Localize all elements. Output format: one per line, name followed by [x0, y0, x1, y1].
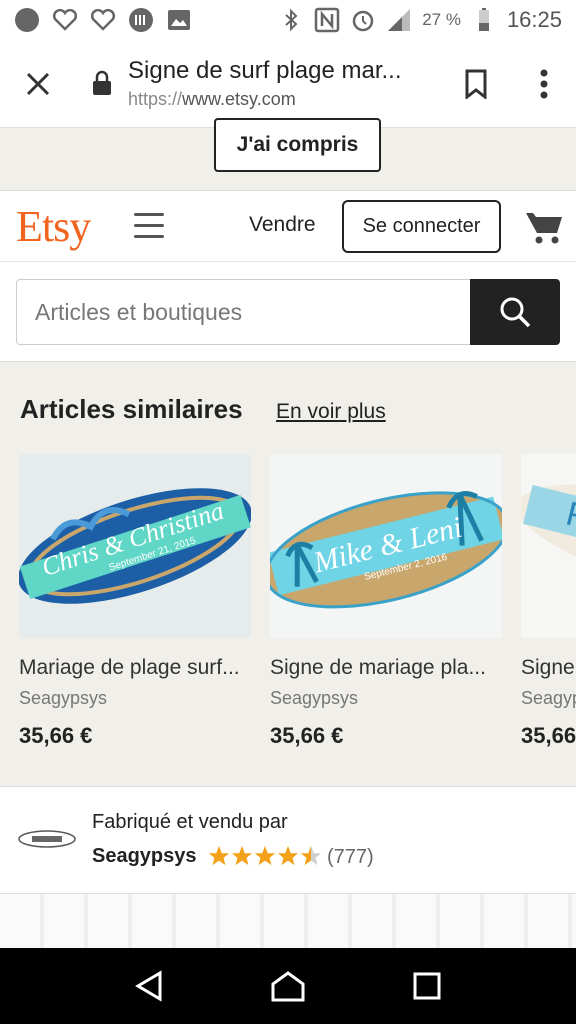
bookmark-icon: [465, 69, 487, 99]
product-card[interactable]: RYO Signe Seagyp 35,66: [521, 454, 576, 749]
battery-icon: [471, 7, 497, 33]
star-icon: [208, 845, 230, 866]
alarm-icon: [350, 7, 376, 33]
seller-name[interactable]: Seagypsys: [92, 845, 197, 868]
heart-notification-icon: [52, 7, 78, 33]
review-count[interactable]: (777): [327, 846, 374, 869]
seller-avatar[interactable]: [18, 827, 76, 851]
product-image-peek: [0, 894, 576, 948]
close-icon: [26, 72, 50, 95]
bluetooth-icon: [278, 7, 304, 33]
browser-toolbar: Signe de surf plage mar... https://www.e…: [0, 40, 576, 128]
star-icon: [277, 845, 299, 866]
cookie-banner: J'ai compris: [0, 118, 576, 190]
signin-button[interactable]: Se connecter: [342, 200, 501, 253]
heart-notification-icon-2: [90, 7, 116, 33]
cart-icon[interactable]: [524, 207, 564, 247]
close-tab-button[interactable]: [0, 40, 76, 128]
browser-url-area[interactable]: Signe de surf plage mar... https://www.e…: [76, 57, 440, 110]
see-more-link[interactable]: En voir plus: [276, 400, 386, 424]
accept-cookies-button[interactable]: J'ai compris: [214, 118, 381, 172]
bookmark-button[interactable]: [440, 40, 512, 128]
product-card[interactable]: Chris & Christina September 21, 2015 Mar…: [19, 454, 251, 749]
product-price: 35,66: [521, 723, 576, 748]
search-input[interactable]: [16, 279, 472, 345]
status-time: 16:25: [506, 7, 562, 32]
back-triangle-icon: [135, 970, 162, 1002]
page-title: Signe de surf plage mar...: [128, 57, 402, 84]
recents-square-icon: [413, 972, 441, 1000]
product-title[interactable]: Signe de mariage pla...: [270, 656, 500, 680]
android-nav-bar: [0, 948, 576, 1024]
product-price: 35,66 €: [19, 723, 93, 748]
product-title[interactable]: Mariage de plage surf...: [19, 656, 249, 680]
back-button[interactable]: [127, 964, 171, 1008]
more-vertical-icon: [540, 69, 548, 98]
etsy-logo[interactable]: Etsy: [16, 201, 91, 252]
seller-rating: [208, 845, 322, 867]
browser-menu-button[interactable]: [512, 40, 576, 128]
product-shop[interactable]: Seagypsys: [19, 688, 251, 709]
similar-items-section: Articles similaires En voir plus Chris &…: [0, 362, 576, 786]
image-notification-icon: [166, 7, 192, 33]
product-price: 35,66 €: [270, 723, 344, 748]
status-bar: 27 % 16:25: [0, 0, 576, 40]
half-star-icon: [300, 845, 322, 866]
signal-icon: [386, 7, 412, 33]
lock-icon: [93, 70, 111, 95]
product-image[interactable]: Mike & Leni September 2, 2016: [270, 454, 502, 638]
search-icon: [500, 297, 531, 328]
product-title[interactable]: Signe: [521, 656, 576, 680]
page-url: https://www.etsy.com: [128, 89, 440, 110]
notification-dot-icon: [14, 7, 40, 33]
battery-percent: 27 %: [422, 10, 461, 29]
seller-info[interactable]: Fabriqué et vendu par Seagypsys (777): [0, 786, 576, 894]
product-shop[interactable]: Seagypsys: [270, 688, 502, 709]
product-image[interactable]: Chris & Christina September 21, 2015: [19, 454, 251, 638]
product-image[interactable]: RYO: [521, 454, 576, 638]
hamburger-menu-icon[interactable]: [134, 213, 164, 241]
similar-items-title: Articles similaires: [20, 394, 243, 424]
url-host: www.etsy.com: [182, 89, 296, 109]
search-button[interactable]: [470, 279, 560, 345]
app-notification-icon: [128, 7, 154, 33]
home-button[interactable]: [266, 964, 310, 1008]
star-icon: [254, 845, 276, 866]
seller-made-by-label: Fabriqué et vendu par: [92, 811, 288, 833]
star-icon: [231, 845, 253, 866]
sell-link[interactable]: Vendre: [249, 213, 316, 237]
site-header: Etsy Vendre Se connecter: [0, 190, 576, 262]
product-shop[interactable]: Seagyp: [521, 688, 576, 709]
recents-button[interactable]: [405, 964, 449, 1008]
product-card[interactable]: Mike & Leni September 2, 2016 Signe de m…: [270, 454, 502, 749]
home-icon: [271, 971, 305, 1002]
url-scheme: https://: [128, 89, 183, 109]
nfc-icon: [314, 7, 340, 33]
search-bar: [0, 262, 576, 362]
